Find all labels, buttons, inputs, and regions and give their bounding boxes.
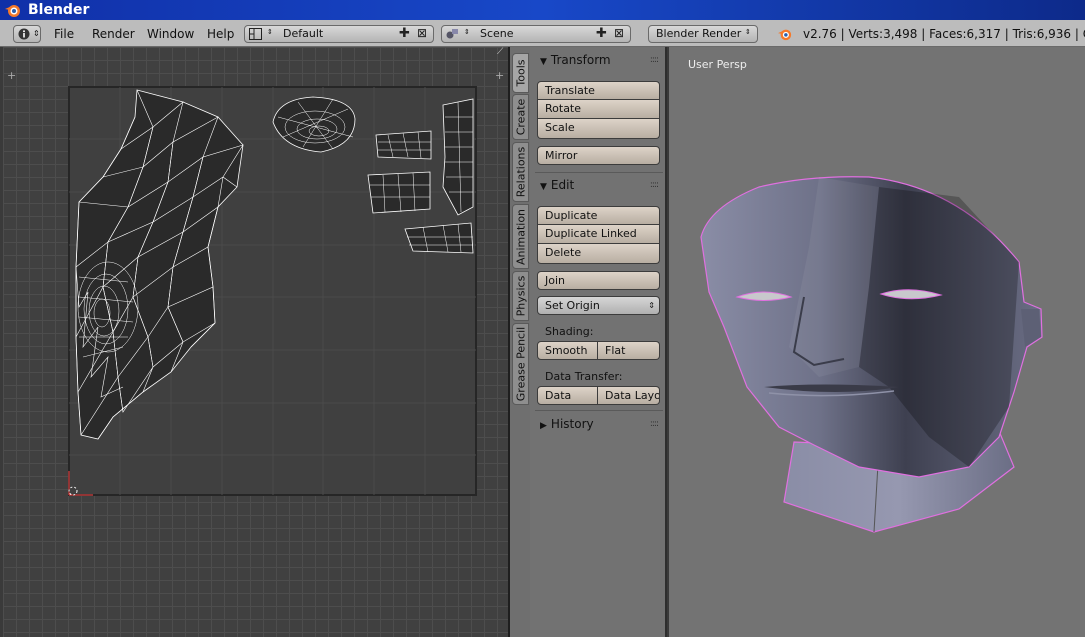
panel-divider — [535, 410, 663, 411]
menu-window[interactable]: Window — [147, 25, 194, 43]
duplicate-linked-button[interactable]: Duplicate Linked — [537, 225, 660, 244]
blender-logo-icon — [778, 29, 792, 41]
expanded-arrow-icon: ▼ — [540, 182, 547, 192]
updown-arrows-icon: ⇕ — [267, 28, 273, 36]
flat-button[interactable]: Flat — [598, 341, 660, 360]
window-titlebar: Blender — [0, 0, 1085, 20]
uv-canvas: + + — [7, 69, 504, 496]
scene-selector[interactable]: ⇕ Scene ✚ ⊠ — [441, 25, 631, 43]
drag-grip-icon[interactable]: :::: — [650, 176, 659, 194]
drag-grip-icon[interactable]: :::: — [650, 415, 659, 433]
updown-arrows-icon: ⇕ — [745, 28, 751, 36]
tab-relations[interactable]: Relations — [512, 142, 529, 202]
tab-grease-pencil[interactable]: Grease Pencil — [512, 323, 529, 405]
translate-button[interactable]: Translate — [537, 81, 660, 100]
updown-arrows-icon: ⇕ — [464, 28, 470, 36]
tab-animation[interactable]: Animation — [512, 204, 529, 269]
shading-label: Shading: — [545, 325, 594, 338]
tab-create[interactable]: Create — [512, 94, 529, 140]
screen-layout-name: Default — [283, 27, 324, 40]
window-title: Blender — [28, 2, 90, 18]
area-corner-icon[interactable]: ⟋ — [497, 47, 503, 57]
panel-history-header[interactable]: ▶ History :::: — [534, 415, 662, 433]
menu-file[interactable]: File — [54, 25, 74, 43]
tab-tools[interactable]: Tools — [512, 53, 529, 93]
updown-arrows-icon: ⇕ — [648, 301, 655, 310]
panel-transform-header[interactable]: ▼ Transform :::: — [534, 51, 662, 69]
info-icon — [18, 28, 30, 40]
viewport-perspective-label: User Persp — [688, 58, 747, 71]
data-layout-transfer-button[interactable]: Data Layo — [598, 386, 660, 405]
editor-type-selector[interactable]: ⇕ — [13, 25, 41, 43]
panel-edit-header[interactable]: ▼ Edit :::: — [534, 176, 662, 194]
tab-physics[interactable]: Physics — [512, 271, 529, 321]
delete-button[interactable]: Delete — [537, 244, 660, 264]
expanded-arrow-icon: ▼ — [540, 57, 547, 67]
set-origin-label: Set Origin — [545, 299, 600, 312]
updown-arrows-icon: ⇕ — [33, 29, 40, 38]
scene-name: Scene — [480, 27, 514, 40]
smooth-button[interactable]: Smooth — [537, 341, 598, 360]
3d-viewport[interactable] — [669, 47, 1085, 637]
region-plus-icon: + — [7, 69, 16, 82]
screen-layout-selector[interactable]: ⇕ Default ✚ ⊠ — [244, 25, 434, 43]
region-plus-icon: + — [495, 69, 504, 82]
duplicate-button[interactable]: Duplicate — [537, 206, 660, 225]
head-mesh — [700, 176, 1043, 533]
drag-grip-icon[interactable]: :::: — [650, 51, 659, 69]
add-layout-icon[interactable]: ✚ — [399, 26, 410, 41]
scene-icon — [446, 29, 458, 39]
uv-image-editor[interactable]: + + — [3, 47, 508, 637]
join-button[interactable]: Join — [537, 271, 660, 290]
set-origin-dropdown[interactable]: Set Origin ⇕ — [537, 296, 660, 315]
rotate-button[interactable]: Rotate — [537, 100, 660, 119]
collapsed-arrow-icon: ▶ — [540, 421, 547, 431]
data-transfer-label: Data Transfer: — [545, 370, 623, 383]
render-engine-selector[interactable]: Blender Render ⇕ — [648, 25, 758, 43]
scene-statistics: v2.76 | Verts:3,498 | Faces:6,317 | Tris… — [803, 27, 1085, 41]
scale-button[interactable]: Scale — [537, 119, 660, 139]
delete-scene-icon[interactable]: ⊠ — [614, 26, 624, 40]
menu-render[interactable]: Render — [92, 25, 135, 43]
render-engine-name: Blender Render — [656, 27, 742, 40]
layout-icon — [249, 28, 262, 40]
blender-logo-icon — [5, 5, 20, 17]
add-scene-icon[interactable]: ✚ — [596, 26, 607, 41]
delete-layout-icon[interactable]: ⊠ — [417, 26, 427, 40]
mirror-button[interactable]: Mirror — [537, 146, 660, 165]
menu-help[interactable]: Help — [207, 25, 234, 43]
tool-shelf-tabs: Tools Create Relations Animation Physics… — [510, 47, 530, 637]
info-header: ⇕ File Render Window Help ⇕ Default ✚ ⊠ … — [0, 20, 1085, 47]
data-transfer-button[interactable]: Data — [537, 386, 598, 405]
panel-divider — [535, 172, 663, 173]
